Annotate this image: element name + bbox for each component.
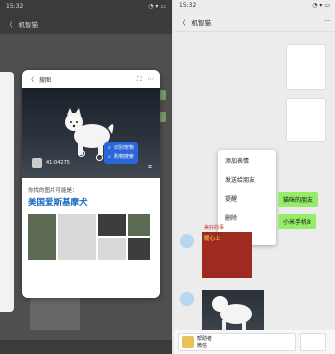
thumbnail bbox=[32, 158, 42, 168]
card-footer bbox=[22, 260, 160, 276]
menu-item-pet[interactable]: ⌕ 识别宠物 bbox=[108, 144, 134, 153]
menu-send-to-friend[interactable]: 发送给朋友 bbox=[218, 169, 276, 188]
green-message-bubble[interactable]: 猫咪的朋友 bbox=[278, 192, 319, 207]
bottom-bar: 帮助者 微信 bbox=[174, 330, 335, 354]
status-time: 15:32 bbox=[179, 2, 197, 9]
result-title[interactable]: 美国爱斯基摩犬 bbox=[22, 196, 160, 214]
result-image[interactable] bbox=[28, 214, 56, 260]
app-icon bbox=[182, 336, 194, 348]
back-icon[interactable]: 〈 bbox=[179, 17, 186, 27]
more-icon[interactable]: ··· bbox=[324, 17, 330, 26]
chat-header: 〈 机智猫 ··· bbox=[174, 12, 335, 32]
more-icon[interactable]: ⋯ bbox=[148, 75, 155, 84]
dog-illustration bbox=[212, 296, 252, 330]
search-icon: ⌕ bbox=[108, 145, 111, 151]
result-label: 你找的图片可能是： bbox=[28, 188, 78, 194]
avatar[interactable] bbox=[180, 292, 194, 306]
avatar[interactable] bbox=[180, 234, 194, 248]
menu-delete[interactable]: 删除 bbox=[218, 207, 276, 226]
photo-tag: 41:04275 bbox=[32, 158, 70, 168]
image-search-card: 〈 搜图 ⛶ ⋯ ⌕ 识别宠物 ⌕ 购物搜索 41:04275 ⌗ 你找的图片可… bbox=[22, 70, 160, 298]
crop-icon[interactable]: ⌗ bbox=[148, 163, 152, 172]
recognition-menu: ⌕ 识别宠物 ⌕ 购物搜索 bbox=[104, 142, 138, 164]
mini-program-card[interactable]: 帮助者 微信 bbox=[178, 333, 296, 351]
status-bar: 15:32 ◔ ▾ ▭ bbox=[174, 0, 335, 12]
result-image[interactable] bbox=[128, 238, 150, 260]
context-menu: 添加表情 发送给朋友 提醒 删除 更多 bbox=[218, 150, 276, 245]
back-icon[interactable]: 〈 bbox=[6, 19, 13, 29]
card-back-icon[interactable]: 〈 bbox=[28, 75, 34, 84]
left-phone-screen: 15:32 ◔ ▾ ▭ 〈 机智猫 〈 搜图 ⛶ ⋯ ⌕ 识别宠物 ⌕ 购物搜索… bbox=[0, 0, 172, 354]
dog-photo: ⌕ 识别宠物 ⌕ 购物搜索 41:04275 ⌗ bbox=[22, 88, 160, 178]
image-message bbox=[30, 298, 80, 330]
status-icons: ◔ ▾ ▭ bbox=[148, 3, 166, 10]
result-image[interactable] bbox=[58, 214, 96, 260]
sticker-text: 暖心上 bbox=[204, 236, 221, 242]
focus-dot[interactable] bbox=[78, 150, 85, 157]
chat-title: 机智猫 bbox=[18, 21, 39, 29]
menu-remind[interactable]: 提醒 bbox=[218, 188, 276, 207]
chat-title: 机智猫 bbox=[191, 19, 212, 27]
menu-add-sticker[interactable]: 添加表情 bbox=[218, 150, 276, 169]
sticker-name: 美好的事 bbox=[204, 225, 225, 231]
side-panel bbox=[0, 72, 14, 312]
card-title: 帮助者 bbox=[197, 336, 213, 342]
mini-program-card[interactable] bbox=[300, 333, 326, 351]
expand-icon[interactable]: ⛶ bbox=[137, 75, 142, 84]
card-header: 〈 搜图 ⛶ ⋯ bbox=[22, 70, 160, 88]
card-subtitle: 微信 bbox=[197, 343, 208, 349]
green-message-bubble[interactable]: 小米手机8 bbox=[278, 214, 316, 229]
focus-dot[interactable] bbox=[96, 154, 103, 161]
menu-item-shopping[interactable]: ⌕ 购物搜索 bbox=[108, 153, 134, 162]
sticker-message[interactable]: 美好的事 暖心上 bbox=[202, 225, 252, 278]
result-image[interactable] bbox=[98, 238, 126, 260]
chat-header: 〈 机智猫 bbox=[0, 14, 172, 34]
search-icon: ⌕ bbox=[108, 154, 111, 160]
shared-card[interactable] bbox=[286, 44, 326, 90]
status-time: 15:32 bbox=[6, 3, 24, 10]
status-bar: 15:32 ◔ ▾ ▭ bbox=[0, 0, 172, 14]
shared-card[interactable] bbox=[286, 98, 326, 142]
result-thumbnails bbox=[22, 214, 160, 260]
input-bar bbox=[0, 340, 172, 354]
result-image[interactable] bbox=[98, 214, 126, 236]
dog-image-message[interactable] bbox=[202, 290, 264, 334]
result-image[interactable] bbox=[128, 214, 150, 236]
photo-tag-text: 41:04275 bbox=[46, 160, 70, 166]
status-icons: ◔ ▾ ▭ bbox=[312, 2, 330, 9]
right-phone-screen: 15:32 ◔ ▾ ▭ 〈 机智猫 ··· 添加表情 发送给朋友 提醒 删除 更… bbox=[174, 0, 335, 354]
card-title: 搜图 bbox=[39, 76, 52, 84]
